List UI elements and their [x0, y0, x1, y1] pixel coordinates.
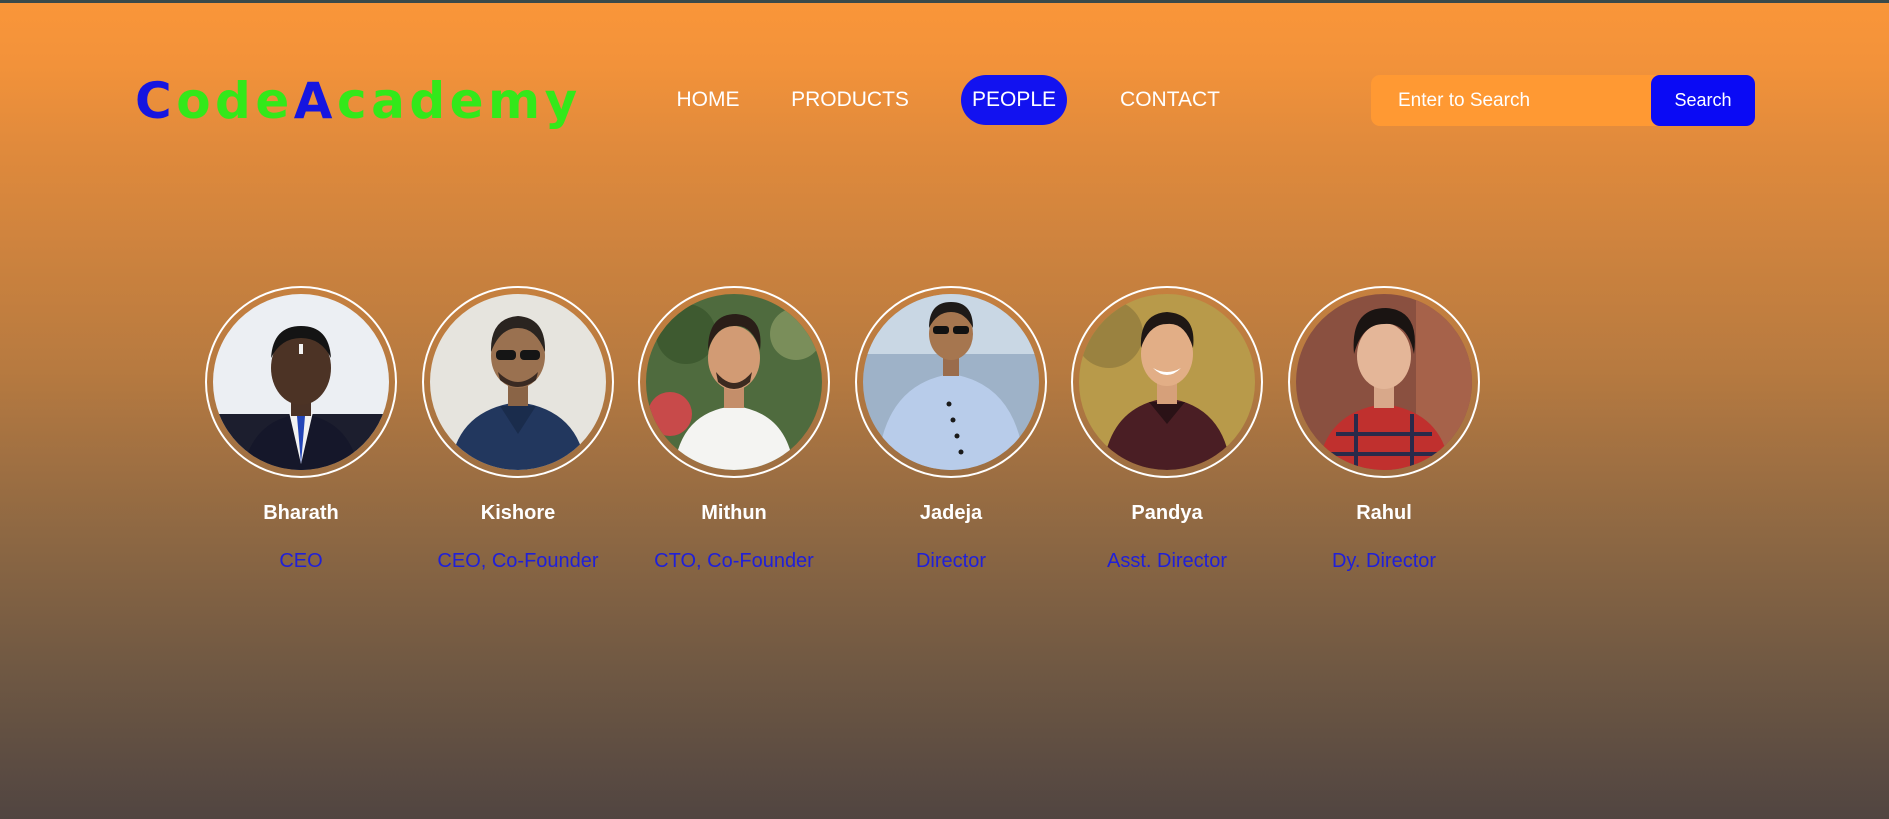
person-role: Asst. Director	[1106, 550, 1228, 572]
avatar	[855, 286, 1047, 478]
avatar	[422, 286, 614, 478]
avatar	[205, 286, 397, 478]
person-name: Kishore	[480, 502, 556, 524]
logo-letter-a: A	[293, 72, 337, 130]
search-button[interactable]: Search	[1651, 75, 1755, 126]
nav-home[interactable]: HOME	[664, 75, 752, 125]
person-role: Director	[915, 550, 986, 572]
logo-letter-c: C	[135, 72, 177, 130]
person-role: CEO	[279, 550, 323, 572]
avatar	[1071, 286, 1263, 478]
person-name: Mithun	[701, 502, 767, 524]
person-role: Dy. Director	[1331, 550, 1437, 572]
person-role: CEO, Co-Founder	[437, 550, 599, 572]
logo-text-cademy: cademy	[336, 72, 582, 130]
person-role: CTO, Co-Founder	[654, 550, 814, 572]
search-input[interactable]	[1371, 75, 1651, 126]
person-photo	[646, 294, 822, 470]
person-photo	[213, 294, 389, 470]
logo-text-ode: ode	[176, 72, 294, 130]
avatar	[638, 286, 830, 478]
person-photo	[430, 294, 606, 470]
site-logo[interactable]: CodeAcademy	[135, 71, 582, 131]
person-photo	[1296, 294, 1472, 470]
avatar	[1288, 286, 1480, 478]
person-photo	[863, 294, 1039, 470]
nav-people[interactable]: PEOPLE	[961, 75, 1067, 125]
person-photo	[1079, 294, 1255, 470]
person-name: Pandya	[1131, 502, 1203, 524]
nav-contact[interactable]: CONTACT	[1110, 75, 1230, 125]
person-name: Jadeja	[919, 502, 983, 524]
search-bar: Search	[1371, 75, 1755, 126]
person-name: Bharath	[263, 502, 339, 524]
nav-products[interactable]: PRODUCTS	[786, 75, 914, 125]
person-name: Rahul	[1356, 502, 1412, 524]
